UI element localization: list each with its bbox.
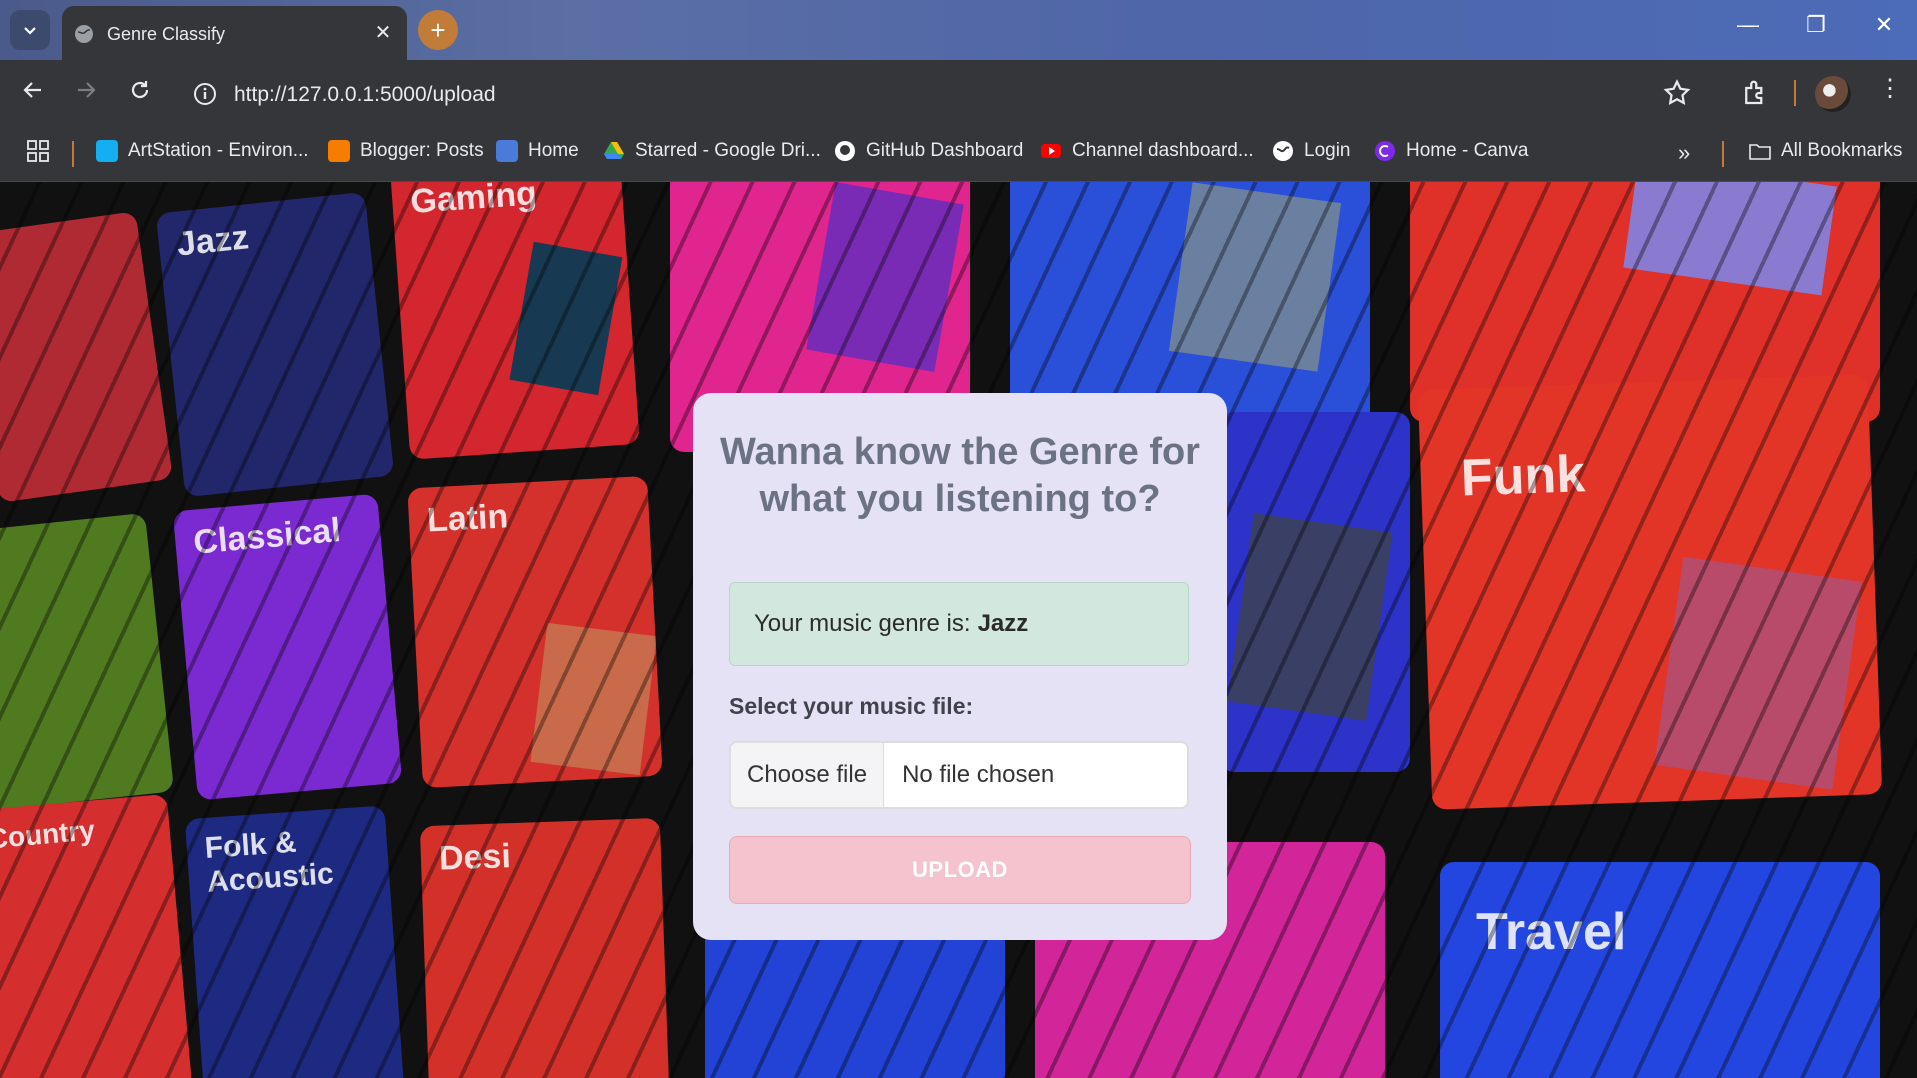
- bookmarks-divider: [1722, 141, 1724, 167]
- bookmarks-overflow-button[interactable]: »: [1678, 140, 1690, 166]
- url-text[interactable]: http://127.0.0.1:5000/upload: [234, 83, 496, 107]
- artstation-icon: [96, 140, 118, 162]
- bookmark-home[interactable]: Home: [496, 140, 579, 162]
- youtube-icon: [1041, 144, 1061, 158]
- title-bar: Genre Classify ✕ + — ❐ ✕: [0, 0, 1917, 60]
- genre-tile: Desi: [419, 817, 671, 1078]
- profile-avatar[interactable]: [1815, 76, 1851, 112]
- folder-icon: [1749, 144, 1771, 160]
- genre-tile-label: Classical: [191, 511, 343, 562]
- bookmark-label: Home - Canva: [1406, 140, 1529, 161]
- bookmark-google-drive[interactable]: Starred - Google Dri...: [603, 140, 821, 162]
- github-icon: [835, 141, 855, 161]
- bookmark-artstation[interactable]: ArtStation - Environ...: [96, 140, 309, 162]
- result-genre-value: Jazz: [977, 610, 1029, 637]
- genre-tile: Folk & Acoustic: [184, 805, 406, 1078]
- genre-tile: [0, 211, 173, 503]
- genre-tile-label: Desi: [438, 837, 512, 878]
- google-drive-icon: [604, 142, 624, 159]
- tab-title: Genre Classify: [107, 24, 226, 44]
- genre-tile: Country: [0, 793, 193, 1078]
- extensions-icon[interactable]: [1740, 78, 1770, 108]
- all-bookmarks-label: All Bookmarks: [1781, 140, 1903, 161]
- genre-tile-label: Gaming: [409, 182, 539, 221]
- home-icon: [496, 140, 518, 162]
- genre-tile-label: Jazz: [175, 218, 251, 264]
- genre-tile: Funk: [1417, 374, 1883, 810]
- upload-button[interactable]: UPLOAD: [729, 836, 1191, 904]
- bookmark-label: Starred - Google Dri...: [635, 140, 821, 161]
- genre-tile-label: Folk & Acoustic: [203, 825, 335, 899]
- bookmark-label: GitHub Dashboard: [866, 140, 1024, 161]
- music-file-input[interactable]: Choose file No file chosen: [729, 741, 1189, 809]
- genre-tile-label: Latin: [426, 497, 510, 540]
- restore-button[interactable]: ❐: [1796, 12, 1836, 38]
- canva-icon: [1375, 141, 1395, 161]
- arrow-left-icon: [23, 82, 41, 98]
- all-bookmarks-button[interactable]: All Bookmarks: [1749, 140, 1902, 162]
- choose-file-button[interactable]: Choose file: [731, 743, 885, 807]
- forward-button[interactable]: [70, 78, 102, 110]
- bookmark-canva[interactable]: Home - Canva: [1374, 140, 1529, 162]
- bookmark-youtube[interactable]: Channel dashboard...: [1040, 140, 1254, 162]
- address-bar[interactable]: http://127.0.0.1:5000/upload: [182, 69, 1717, 119]
- arrow-right-icon: [78, 82, 96, 98]
- genre-tile: Gaming: [390, 182, 640, 460]
- bookmark-login[interactable]: Login: [1272, 140, 1351, 162]
- apps-grid-icon[interactable]: [27, 140, 49, 162]
- genre-tile: Classical: [172, 493, 403, 801]
- genre-tile: [0, 512, 175, 812]
- star-icon[interactable]: [1662, 78, 1692, 108]
- bookmark-label: Login: [1304, 140, 1351, 161]
- bookmark-label: Channel dashboard...: [1072, 140, 1254, 161]
- genre-tile-label: Funk: [1459, 445, 1587, 508]
- globe-icon: [1273, 141, 1293, 161]
- genre-classify-card: Wanna know the Genre for what you listen…: [693, 393, 1227, 940]
- minimize-button[interactable]: —: [1728, 12, 1768, 38]
- genre-result-alert: Your music genre is: Jazz: [729, 582, 1189, 666]
- result-prefix: Your music genre is:: [754, 610, 971, 637]
- bookmarks-bar: ArtStation - Environ... Blogger: Posts H…: [0, 127, 1917, 182]
- bookmark-label: Blogger: Posts: [360, 140, 484, 161]
- bookmark-label: ArtStation - Environ...: [128, 140, 309, 161]
- blogger-icon: [328, 140, 350, 162]
- genre-tile: Jazz: [155, 191, 395, 498]
- bookmarks-divider: [72, 141, 74, 167]
- tab-close-icon[interactable]: ✕: [371, 20, 395, 45]
- page-title: Wanna know the Genre for what you listen…: [720, 431, 1200, 520]
- globe-icon: [75, 25, 93, 43]
- new-tab-button[interactable]: +: [418, 10, 458, 50]
- chevron-down-icon: [24, 27, 36, 35]
- tab-search-button[interactable]: [10, 10, 50, 50]
- file-status-text: No file chosen: [902, 761, 1055, 788]
- reload-icon: [131, 81, 149, 99]
- genre-tile-label: Travel: [1476, 903, 1627, 961]
- close-window-button[interactable]: ✕: [1864, 12, 1904, 38]
- kebab-menu-icon[interactable]: ⋮: [1878, 74, 1902, 103]
- bookmark-blogger[interactable]: Blogger: Posts: [328, 140, 484, 162]
- back-button[interactable]: [17, 78, 49, 110]
- genre-tile: Latin: [407, 475, 663, 789]
- file-input-label: Select your music file:: [729, 693, 974, 719]
- genre-tile: Travel: [1440, 862, 1880, 1078]
- reload-button[interactable]: [124, 78, 156, 110]
- browser-toolbar: http://127.0.0.1:5000/upload ⋮: [0, 60, 1917, 127]
- browser-tab[interactable]: Genre Classify ✕: [62, 6, 407, 60]
- bookmark-label: Home: [528, 140, 579, 161]
- genre-tile: [1220, 412, 1410, 772]
- toolbar-divider: [1794, 80, 1796, 106]
- site-info-icon[interactable]: [192, 81, 218, 107]
- genre-tile-label: Country: [0, 814, 97, 855]
- bookmark-github[interactable]: GitHub Dashboard: [834, 140, 1023, 162]
